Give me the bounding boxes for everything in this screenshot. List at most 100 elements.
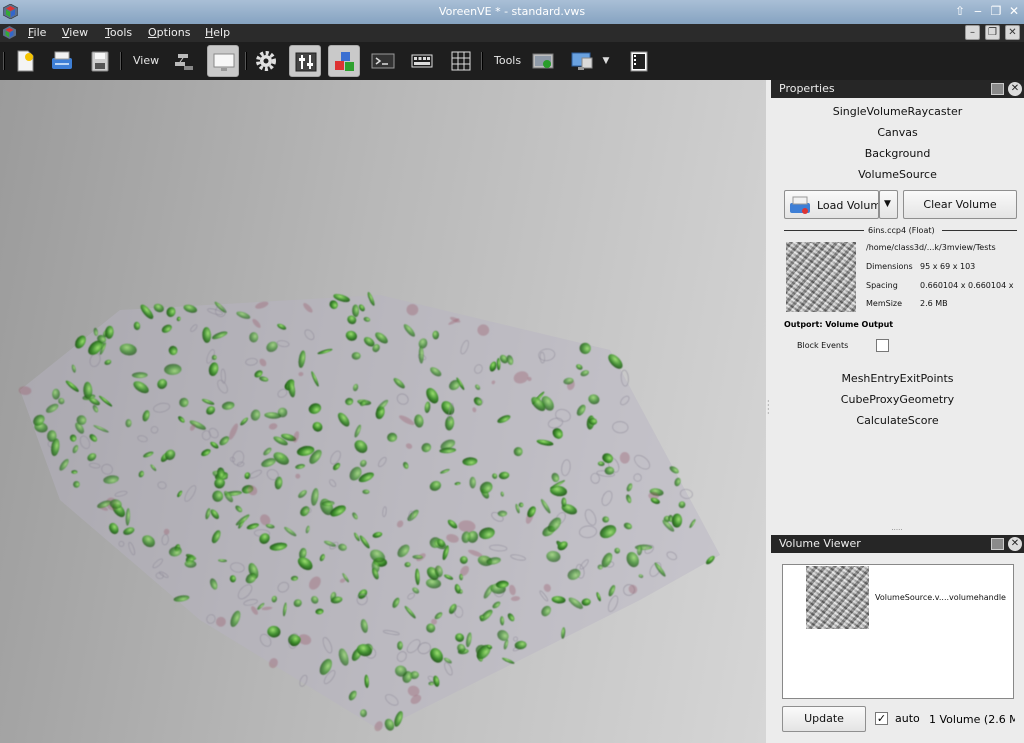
processor-item-calculatescore[interactable]: CalculateScore [771,414,1024,427]
mdi-restore-button[interactable]: ❐ [985,25,1000,40]
memsize-value: 2.6 MB [920,299,948,308]
close-window-icon[interactable]: ✕ [1007,4,1021,18]
volume-path: /home/class3d/...k/3mview/Tests [866,243,996,252]
chevron-down-icon: ▼ [884,199,891,209]
new-workspace-button[interactable] [9,45,41,77]
animation-button[interactable] [623,45,655,77]
divider [784,230,864,231]
toolbar-separator [245,52,247,70]
toolbar-view-label: View [133,54,160,67]
close-dock-icon[interactable]: ✕ [1008,537,1022,551]
load-volume-icon [790,196,810,214]
volume-blob [619,452,630,464]
clear-volume-button[interactable]: Clear Volume [903,190,1017,219]
toolbar-handle[interactable] [3,52,5,70]
processor-cubes-icon [335,52,354,71]
volume-list-thumbnail [806,566,869,629]
processor-item-background[interactable]: Background [771,147,1024,160]
restore-icon[interactable]: ❐ [989,4,1003,18]
properties-dock-titlebar: Properties ✕ [771,80,1024,98]
volume-list-item-label[interactable]: VolumeSource.v....volumehandle [875,593,1006,602]
menubar: File View Tools Options Help – ❐ ✕ [0,24,1024,42]
console-button[interactable] [367,45,399,77]
processor-item-canvas[interactable]: Canvas [771,126,1024,139]
block-events-label: Block Events [797,341,849,350]
rendering-view-button[interactable] [207,45,239,77]
volume-container-button[interactable] [445,45,477,77]
snapshot-tool-button[interactable] [527,45,559,77]
main-toolbar: View Tools ▼ [0,42,1024,80]
volume-blob [52,388,60,400]
volume-viewer-dock-titlebar: Volume Viewer ✕ [771,535,1024,553]
mdi-close-button[interactable]: ✕ [1005,25,1020,40]
open-workspace-button[interactable] [46,45,78,77]
float-dock-icon[interactable] [991,538,1004,550]
processor-item-volumesource[interactable]: VolumeSource [771,168,1024,181]
spacing-value: 0.660104 x 0.660104 x [920,281,1014,290]
volume-thumbnail [786,242,856,312]
menu-options[interactable]: Options [148,26,190,39]
save-workspace-button[interactable] [84,45,116,77]
close-dock-icon[interactable]: ✕ [1008,82,1022,96]
menu-help[interactable]: Help [205,26,230,39]
monitor-icon [213,53,235,71]
open-workspace-icon [52,51,72,69]
menu-view[interactable]: View [62,26,88,39]
divider [942,230,1017,231]
dimensions-label: Dimensions [866,262,913,271]
load-volume-menu-button[interactable]: ▼ [879,190,898,219]
volume-rendering [18,291,720,732]
volume-count-label: 1 Volume (2.6 MB [929,713,1015,726]
volume-list[interactable]: VolumeSource.v....volumehandle [782,564,1014,699]
keyboard-icon [411,54,433,68]
settings-button[interactable] [250,45,282,77]
update-button[interactable]: Update [782,706,866,732]
terminal-icon [371,53,395,69]
processor-item-singlevolumeraycaster[interactable]: SingleVolumeRaycaster [771,105,1024,118]
load-volume-label: Load Volume [817,199,878,212]
auto-label: auto [895,712,920,725]
dimensions-value: 95 x 69 x 103 [920,262,976,271]
volume-viewer-dock-title: Volume Viewer [779,537,861,550]
properties-dock-title: Properties [779,82,835,95]
chevron-down-icon[interactable]: ▼ [600,56,612,66]
window-titlebar: VoreenVE * - standard.vws ⇧ ‒ ❐ ✕ [0,0,1024,24]
toolbar-separator [481,52,483,70]
volume-blob [432,330,440,340]
clapperboard-icon [630,51,648,72]
input-mapping-button[interactable] [406,45,438,77]
network-graph-icon [175,54,193,70]
snapshot-icon [532,53,554,69]
display-capture-icon [571,52,593,70]
grid-icon [451,51,471,71]
processor-item-cubeproxygeometry[interactable]: CubeProxyGeometry [771,393,1024,406]
menu-tools[interactable]: Tools [105,26,132,39]
voreen-menu-icon[interactable] [3,26,16,39]
save-icon [91,51,109,72]
rendering-canvas[interactable] [0,80,766,743]
processor-item-meshentryexitpoints[interactable]: MeshEntryExitPoints [771,372,1024,385]
outport-heading: Outport: Volume Output [784,320,894,329]
spacing-label: Spacing [866,281,898,290]
keep-above-icon[interactable]: ⇧ [953,4,967,18]
window-title: VoreenVE * - standard.vws [438,5,586,18]
processor-list-button[interactable] [328,45,360,77]
auto-checkbox[interactable]: ✓ [875,712,888,725]
toolbar-tools-label: Tools [494,54,522,67]
menu-file[interactable]: File [28,26,46,39]
mdi-minimize-button[interactable]: – [965,25,980,40]
screen-capture-button[interactable] [566,45,598,77]
block-events-checkbox[interactable] [876,339,889,352]
volume-name: 6ins.ccp4 (Float) [868,226,935,235]
float-dock-icon[interactable] [991,83,1004,95]
memsize-label: MemSize [866,299,903,308]
property-sliders-icon [295,52,317,72]
new-document-icon [17,50,34,72]
toolbar-separator [120,52,122,70]
property-editor-button[interactable] [289,45,321,77]
network-editor-button[interactable] [168,45,200,77]
dock-resize-handle[interactable]: ····· [887,527,907,534]
load-volume-button[interactable]: Load Volume [784,190,879,219]
minimize-icon[interactable]: ‒ [971,4,985,18]
gear-icon [256,51,276,71]
